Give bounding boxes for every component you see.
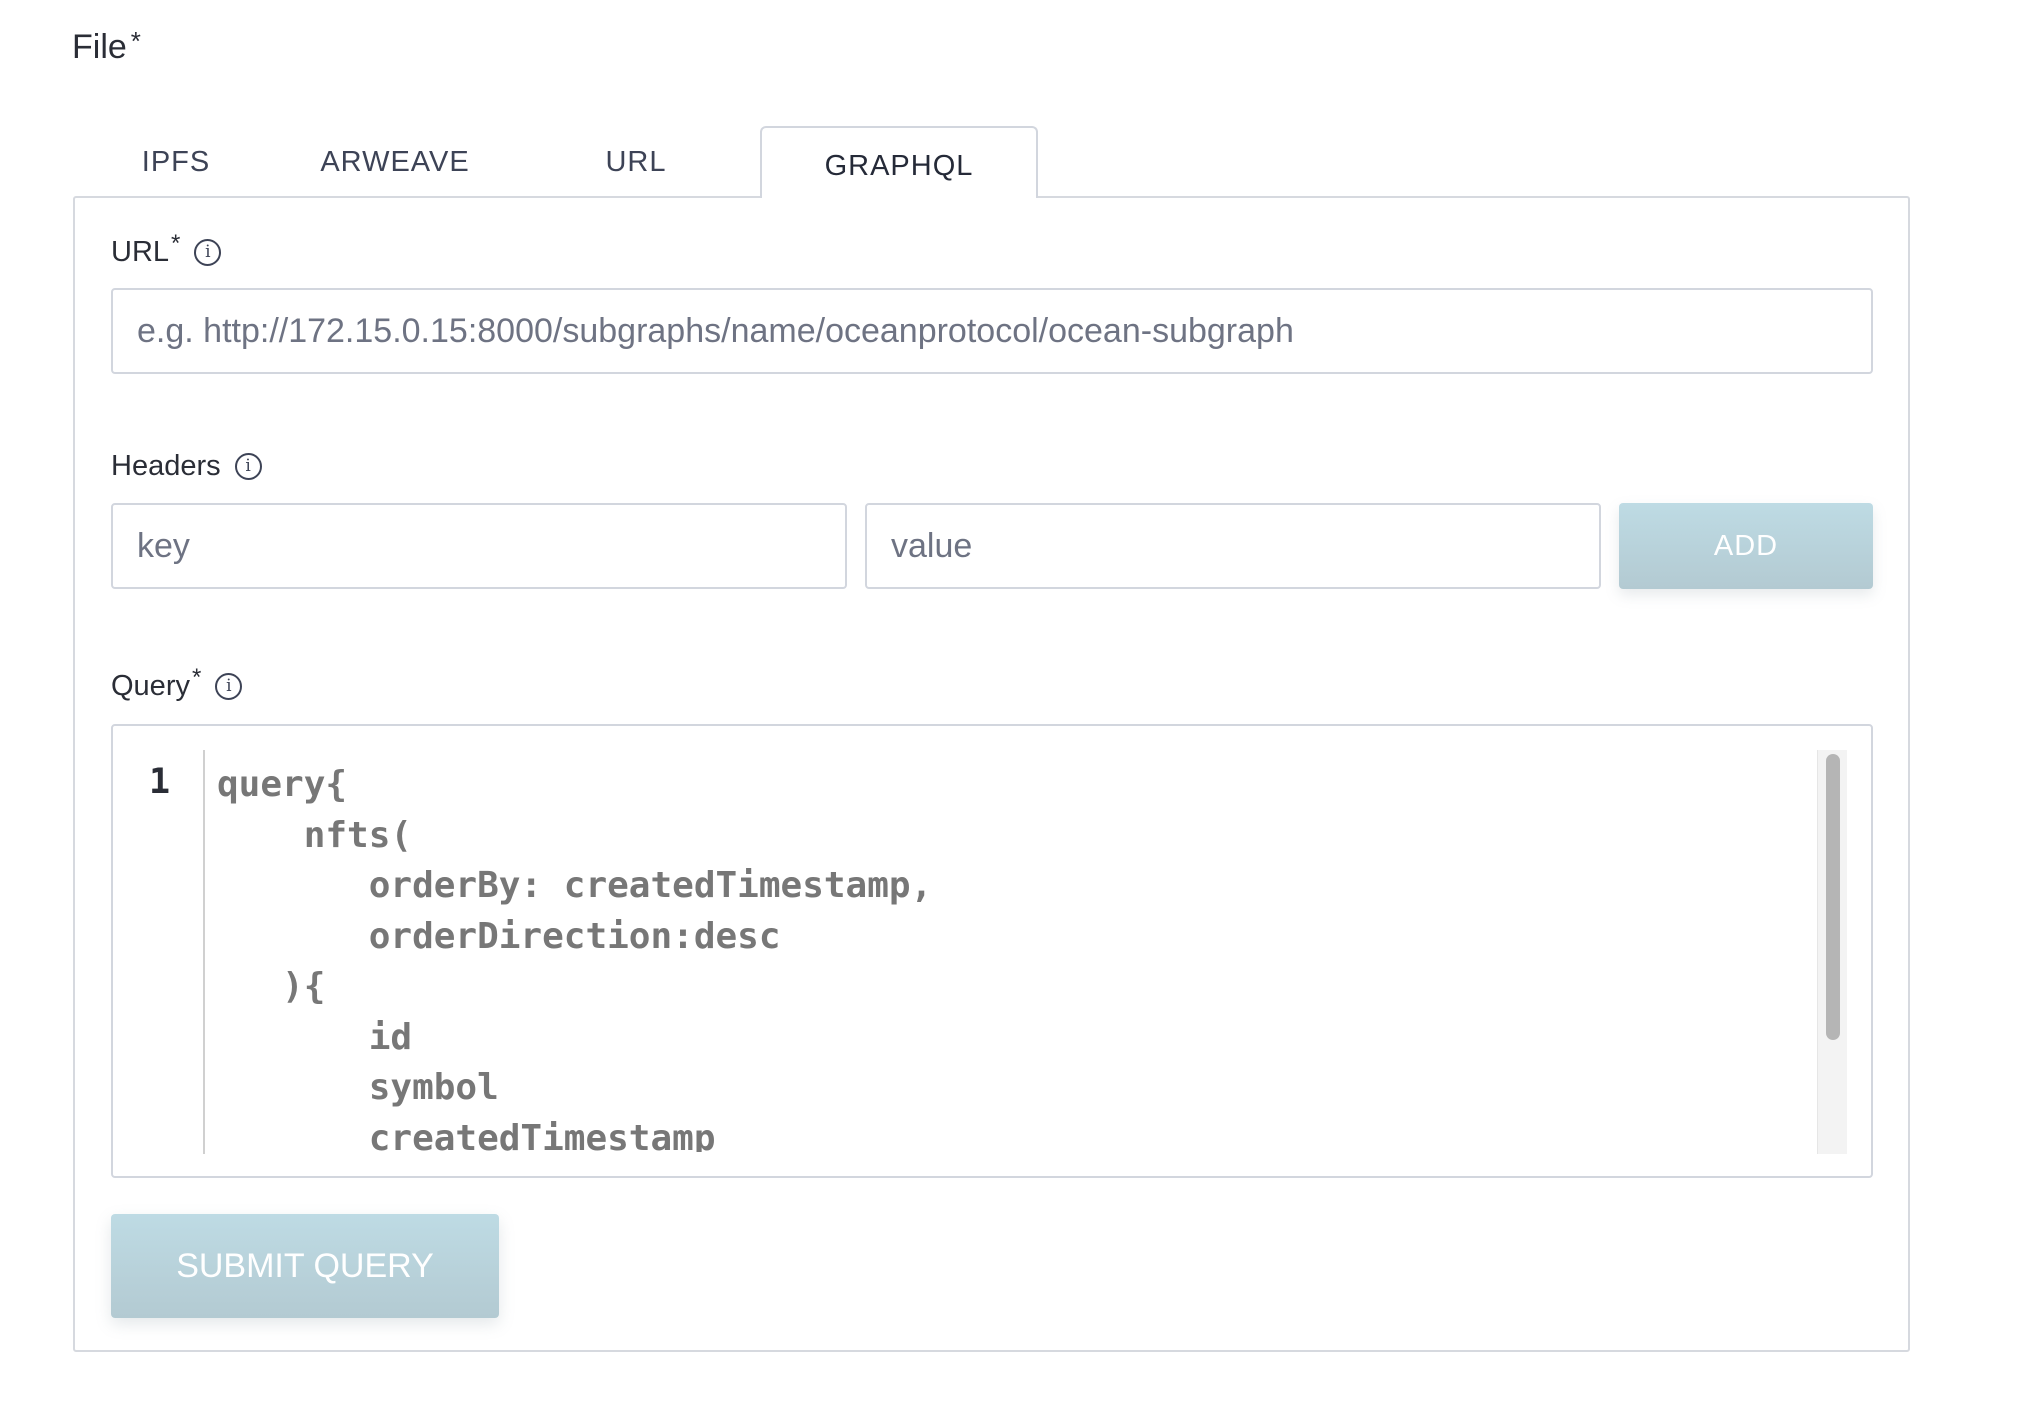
- tab-url[interactable]: URL: [512, 126, 760, 198]
- tab-arweave[interactable]: ARWEAVE: [278, 126, 512, 198]
- add-header-button[interactable]: ADD: [1619, 503, 1873, 589]
- required-asterisk: *: [191, 664, 202, 691]
- tab-graphql[interactable]: GRAPHQL: [760, 126, 1038, 198]
- file-label-text: File: [72, 28, 127, 66]
- info-icon[interactable]: i: [215, 673, 243, 700]
- headers-field-label: Headers i: [111, 450, 262, 483]
- file-source-tabs: IPFS ARWEAVE URL GRAPHQL: [74, 126, 1038, 198]
- info-icon[interactable]: i: [234, 453, 262, 480]
- file-form: File* IPFS ARWEAVE URL GRAPHQL URL* i He…: [0, 0, 2040, 1414]
- required-asterisk: *: [171, 230, 181, 257]
- url-field-label: URL * i: [111, 230, 222, 269]
- info-icon[interactable]: i: [194, 239, 222, 266]
- query-label-text: Query: [111, 670, 190, 702]
- query-code[interactable]: query{ nfts( orderBy: createdTimestamp, …: [217, 760, 1811, 1152]
- url-label-text: URL: [111, 236, 170, 268]
- scrollbar-thumb[interactable]: [1826, 754, 1840, 1040]
- line-number-gutter: 1: [113, 750, 205, 1154]
- headers-label-text: Headers: [111, 450, 221, 482]
- graphql-panel: URL* i Headers i ADD Query* i 1 query{ n…: [73, 196, 1910, 1352]
- tab-ipfs[interactable]: IPFS: [74, 126, 278, 198]
- query-code-editor[interactable]: 1 query{ nfts( orderBy: createdTimestamp…: [111, 724, 1873, 1178]
- editor-scrollbar[interactable]: [1817, 750, 1847, 1154]
- url-input[interactable]: [111, 288, 1873, 374]
- file-label: File *: [72, 26, 141, 67]
- header-key-input[interactable]: [111, 503, 847, 589]
- required-asterisk: *: [130, 26, 141, 56]
- header-value-input[interactable]: [865, 503, 1601, 589]
- submit-query-button[interactable]: SUBMIT QUERY: [111, 1214, 499, 1318]
- query-field-label: Query * i: [111, 664, 243, 703]
- line-number: 1: [149, 762, 171, 802]
